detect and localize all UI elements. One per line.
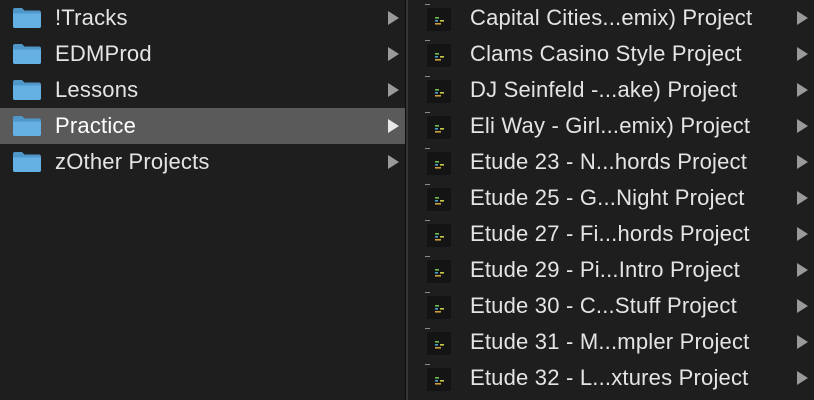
folder-icon (12, 43, 42, 65)
chevron-right-icon (797, 47, 808, 61)
chevron-right-icon (797, 299, 808, 313)
ableton-project-icon (424, 219, 454, 249)
project-label: Etude 27 - Fi...hords Project (470, 221, 750, 246)
folder-label: EDMProd (55, 41, 152, 66)
chevron-right-icon (797, 371, 808, 385)
folder-label: Practice (55, 113, 137, 138)
folder-label: !Tracks (55, 5, 128, 30)
ableton-project-icon (424, 183, 454, 213)
project-label: Capital Cities...emix) Project (470, 5, 753, 30)
project-label: DJ Seinfeld -...ake) Project (470, 77, 738, 102)
chevron-right-icon (388, 11, 399, 25)
chevron-right-icon (797, 11, 808, 25)
folder-icon (12, 7, 42, 29)
chevron-right-icon (797, 119, 808, 133)
folder-item-edmprod[interactable]: EDMProd (0, 36, 405, 72)
chevron-right-icon (388, 47, 399, 61)
ableton-project-icon (424, 75, 454, 105)
project-item[interactable]: DJ Seinfeld -...ake) Project (408, 72, 814, 108)
folder-label: Lessons (55, 77, 139, 102)
ableton-project-icon (424, 327, 454, 357)
project-item[interactable]: Etude 32 - L...xtures Project (408, 360, 814, 396)
project-item[interactable]: Capital Cities...emix) Project (408, 0, 814, 36)
ableton-project-icon (424, 111, 454, 141)
folder-label: zOther Projects (55, 149, 210, 174)
project-item[interactable]: Etude 27 - Fi...hords Project (408, 216, 814, 252)
chevron-right-icon (388, 155, 399, 169)
folder-icon (12, 115, 42, 137)
chevron-right-icon (797, 83, 808, 97)
chevron-right-icon (797, 227, 808, 241)
chevron-right-icon (797, 191, 808, 205)
ableton-project-icon (424, 39, 454, 69)
ableton-project-icon (424, 363, 454, 393)
chevron-right-icon (797, 155, 808, 169)
folder-item-practice[interactable]: Practice (0, 108, 405, 144)
project-item[interactable]: Etude 29 - Pi...Intro Project (408, 252, 814, 288)
project-label: Etude 30 - C...Stuff Project (470, 293, 737, 318)
project-column[interactable]: Capital Cities...emix) Project Clams Cas… (408, 0, 814, 400)
project-item[interactable]: Clams Casino Style Project (408, 36, 814, 72)
ableton-project-icon (424, 255, 454, 285)
chevron-right-icon (388, 119, 399, 133)
chevron-right-icon (388, 83, 399, 97)
project-item[interactable]: Etude 23 - N...hords Project (408, 144, 814, 180)
chevron-right-icon (797, 263, 808, 277)
project-label: Etude 32 - L...xtures Project (470, 365, 749, 390)
project-item[interactable]: Eli Way - Girl...emix) Project (408, 108, 814, 144)
chevron-right-icon (797, 335, 808, 349)
project-label: Etude 29 - Pi...Intro Project (470, 257, 740, 282)
project-item[interactable]: Etude 25 - G...Night Project (408, 180, 814, 216)
folder-item-zother-projects[interactable]: zOther Projects (0, 144, 405, 180)
folder-column[interactable]: !Tracks EDMProd Lessons Practice zOther … (0, 0, 405, 400)
project-label: Etude 25 - G...Night Project (470, 185, 745, 210)
project-label: Etude 23 - N...hords Project (470, 149, 748, 174)
folder-item-lessons[interactable]: Lessons (0, 72, 405, 108)
ableton-project-icon (424, 147, 454, 177)
project-item[interactable]: Etude 31 - M...mpler Project (408, 324, 814, 360)
folder-item-tracks[interactable]: !Tracks (0, 0, 405, 36)
folder-icon (12, 151, 42, 173)
ableton-project-icon (424, 291, 454, 321)
project-label: Clams Casino Style Project (470, 41, 742, 66)
folder-icon (12, 79, 42, 101)
file-browser: !Tracks EDMProd Lessons Practice zOther … (0, 0, 814, 400)
project-label: Eli Way - Girl...emix) Project (470, 113, 751, 138)
ableton-project-icon (424, 3, 454, 33)
project-label: Etude 31 - M...mpler Project (470, 329, 750, 354)
project-item[interactable]: Etude 30 - C...Stuff Project (408, 288, 814, 324)
